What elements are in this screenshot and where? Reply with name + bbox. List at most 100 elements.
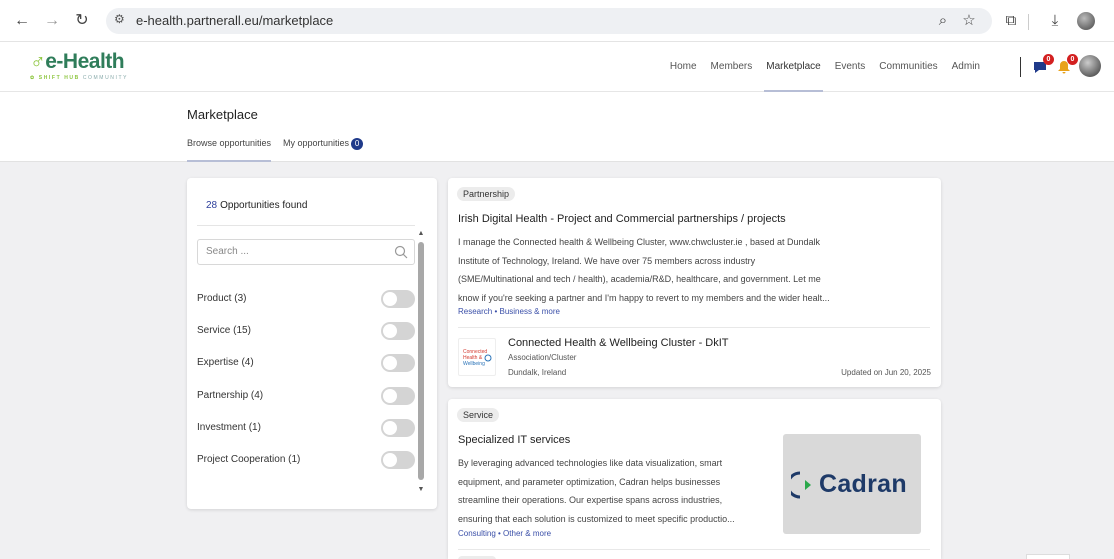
- filter-project-cooperation: Project Cooperation (1): [197, 450, 417, 470]
- toggle-knob: [383, 453, 397, 467]
- opportunity-categories[interactable]: Research • Business & more: [458, 307, 560, 316]
- card-divider: [458, 327, 930, 328]
- toolbar-divider: [1028, 14, 1029, 30]
- organization-type: Association/Cluster: [508, 353, 577, 362]
- browser-profile-avatar[interactable]: [1077, 12, 1095, 30]
- floating-widget[interactable]: [1026, 554, 1070, 559]
- filter-label: Investment (1): [197, 422, 261, 433]
- filter-label: Expertise (4): [197, 357, 254, 368]
- filter-toggle-partnership[interactable]: [381, 387, 415, 405]
- opportunity-description: I manage the Connected health & Wellbein…: [458, 233, 830, 307]
- organization-logo[interactable]: Connected Health & Wellbeing: [458, 338, 496, 376]
- messages-badge: 0: [1043, 54, 1054, 65]
- scroll-down-arrow-icon[interactable]: ▼: [417, 486, 425, 494]
- nav-home[interactable]: Home: [670, 42, 697, 92]
- filter-investment: Investment (1): [197, 418, 417, 438]
- toggle-knob: [383, 421, 397, 435]
- toggle-knob: [383, 324, 397, 338]
- filter-toggle-product[interactable]: [381, 290, 415, 308]
- tab-my-opportunities[interactable]: My opportunities 0: [283, 138, 364, 162]
- filter-partnership: Partnership (4): [197, 386, 417, 406]
- notifications-badge: 0: [1067, 54, 1078, 65]
- nav-communities[interactable]: Communities: [879, 42, 937, 92]
- organization-name[interactable]: Connected Health & Wellbeing Cluster - D…: [508, 337, 729, 349]
- logo-subtitle: COMMUNITY: [82, 75, 129, 81]
- opportunity-type-tag: Partnership: [457, 187, 516, 201]
- opportunities-found: 28 Opportunities found: [206, 200, 307, 211]
- filter-toggle-expertise[interactable]: [381, 354, 415, 372]
- extensions-icon[interactable]: ⧉: [1000, 10, 1022, 32]
- filter-scrollbar[interactable]: ▲ ▼: [417, 230, 425, 496]
- tab-label: My opportunities: [283, 138, 350, 148]
- filter-toggle-investment[interactable]: [381, 419, 415, 437]
- opportunity-type-tag: Service: [457, 408, 500, 422]
- address-bar[interactable]: ⚙ e-health.partnerall.eu/marketplace ⌕ ☆: [106, 8, 992, 34]
- nav-members[interactable]: Members: [711, 42, 753, 92]
- chw-cluster-logo-icon: Connected Health & Wellbeing: [463, 349, 492, 367]
- search-icon[interactable]: [394, 245, 408, 259]
- filter-label: Service (15): [197, 325, 251, 336]
- bookmark-star-icon[interactable]: ☆: [958, 10, 980, 32]
- opportunity-categories[interactable]: Consulting • Other & more: [458, 529, 551, 538]
- opportunities-count-label: Opportunities found: [220, 200, 308, 211]
- notifications-button[interactable]: 0: [1056, 54, 1078, 75]
- back-arrow-icon[interactable]: ←: [12, 11, 32, 31]
- filter-product: Product (3): [197, 289, 417, 309]
- opportunity-title[interactable]: Irish Digital Health - Project and Comme…: [458, 213, 786, 225]
- marketplace-subheader: Marketplace Browse opportunities My oppo…: [0, 92, 1114, 162]
- opportunity-description: By leveraging advanced technologies like…: [458, 454, 735, 528]
- opportunities-count: 28: [206, 200, 218, 211]
- opportunity-image[interactable]: Cadran: [783, 434, 921, 534]
- toggle-knob: [383, 389, 397, 403]
- filter-label: Partnership (4): [197, 390, 264, 401]
- main-navigation: Home Members Marketplace Events Communit…: [670, 42, 980, 92]
- ehealth-logo[interactable]: ♂e-Health ✿ SHIFT HUB COMMUNITY: [30, 50, 128, 81]
- cadran-mark-icon: [791, 471, 811, 499]
- tab-label: Browse opportunities: [187, 138, 272, 148]
- description-line: By leveraging advanced technologies like…: [458, 458, 723, 468]
- organization-location: Dundalk, Ireland: [508, 368, 567, 377]
- opportunity-card[interactable]: Service Specialized IT services By lever…: [448, 399, 941, 559]
- toggle-knob: [383, 356, 397, 370]
- description-line: Institute of Technology, Ireland. We hav…: [458, 255, 756, 266]
- browser-toolbar: ← → ↻ ⚙ e-health.partnerall.eu/marketpla…: [0, 0, 1114, 42]
- toggle-knob: [383, 292, 397, 306]
- description-line: know if you're seeking a partner and I'm…: [458, 292, 830, 303]
- filter-label: Project Cooperation (1): [197, 454, 301, 465]
- nav-admin[interactable]: Admin: [952, 42, 980, 92]
- url-text: e-health.partnerall.eu/marketplace: [136, 13, 334, 28]
- opportunity-title[interactable]: Specialized IT services: [458, 434, 570, 446]
- panel-divider: [197, 225, 415, 226]
- messages-button[interactable]: 0: [1032, 54, 1054, 75]
- updated-date: Updated on Jun 20, 2025: [841, 368, 931, 377]
- nav-marketplace[interactable]: Marketplace: [764, 42, 824, 92]
- cadran-logo-text: Cadran: [819, 470, 907, 498]
- logo-text: e-Health: [45, 50, 125, 73]
- filter-label: Product (3): [197, 293, 247, 304]
- opportunity-card[interactable]: Partnership Irish Digital Health - Proje…: [448, 178, 941, 387]
- my-opportunities-count-badge: 0: [351, 138, 364, 150]
- user-avatar[interactable]: [1079, 55, 1101, 77]
- description-line: equipment, and parameter optimization, C…: [458, 476, 721, 487]
- scroll-up-arrow-icon[interactable]: ▲: [417, 230, 425, 238]
- download-icon[interactable]: ⤓: [1044, 10, 1066, 32]
- forward-arrow-icon[interactable]: →: [42, 11, 62, 31]
- filter-toggle-project-cooperation[interactable]: [381, 451, 415, 469]
- site-info-icon[interactable]: ⚙: [114, 12, 125, 26]
- zoom-icon[interactable]: ⌕: [932, 10, 954, 32]
- tab-browse-opportunities[interactable]: Browse opportunities: [187, 138, 272, 162]
- nav-events[interactable]: Events: [835, 42, 866, 92]
- filter-panel: 28Opportunities found Product (3) Servic…: [187, 178, 437, 509]
- search-input[interactable]: [206, 246, 386, 257]
- header-divider: [1020, 57, 1021, 77]
- filter-toggle-service[interactable]: [381, 322, 415, 340]
- description-line: streamline their operations. Our experti…: [458, 495, 723, 505]
- description-line: (SME/Multinational and tech / health), a…: [458, 274, 821, 284]
- reload-icon[interactable]: ↻: [72, 11, 92, 31]
- search-field[interactable]: [197, 239, 415, 265]
- description-line: I manage the Connected health & Wellbein…: [458, 237, 821, 247]
- description-line: ensuring that each solution is customize…: [458, 513, 735, 524]
- scrollbar-thumb[interactable]: [418, 242, 424, 480]
- site-header: ♂e-Health ✿ SHIFT HUB COMMUNITY Home Mem…: [0, 42, 1114, 92]
- card-divider: [458, 549, 930, 550]
